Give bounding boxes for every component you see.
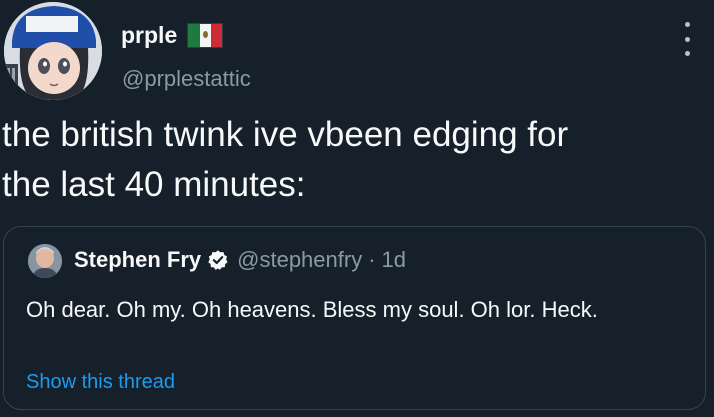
quote-text: Oh dear. Oh my. Oh heavens. Bless my sou… [26, 297, 598, 322]
display-name-row[interactable]: prple [121, 22, 224, 49]
show-thread-link[interactable]: Show this thread [26, 371, 175, 394]
quote-avatar[interactable] [28, 244, 62, 278]
tweet-card: prple @prplestattic the british twink iv… [0, 0, 714, 417]
separator-dot: · [368, 247, 376, 272]
display-name[interactable]: prple [121, 22, 177, 49]
quote-header: Stephen Fry @stephenfry · 1d [74, 247, 406, 273]
verified-badge-icon [208, 250, 228, 270]
avatar[interactable] [4, 2, 102, 100]
more-options-icon[interactable] [680, 22, 694, 56]
avatar-image [4, 2, 102, 100]
mexico-flag-icon [187, 23, 224, 48]
quote-author-handle[interactable]: @stephenfry [237, 247, 362, 273]
tweet-text: the british twink ive vbeen edging for t… [2, 115, 569, 204]
quote-timestamp[interactable]: 1d [382, 247, 406, 273]
quote-avatar-image [28, 244, 62, 278]
quoted-tweet[interactable]: Stephen Fry @stephenfry · 1d Oh dear. Oh… [3, 226, 706, 410]
user-handle[interactable]: @prplestattic [122, 66, 251, 92]
quote-author-name[interactable]: Stephen Fry [74, 247, 201, 273]
